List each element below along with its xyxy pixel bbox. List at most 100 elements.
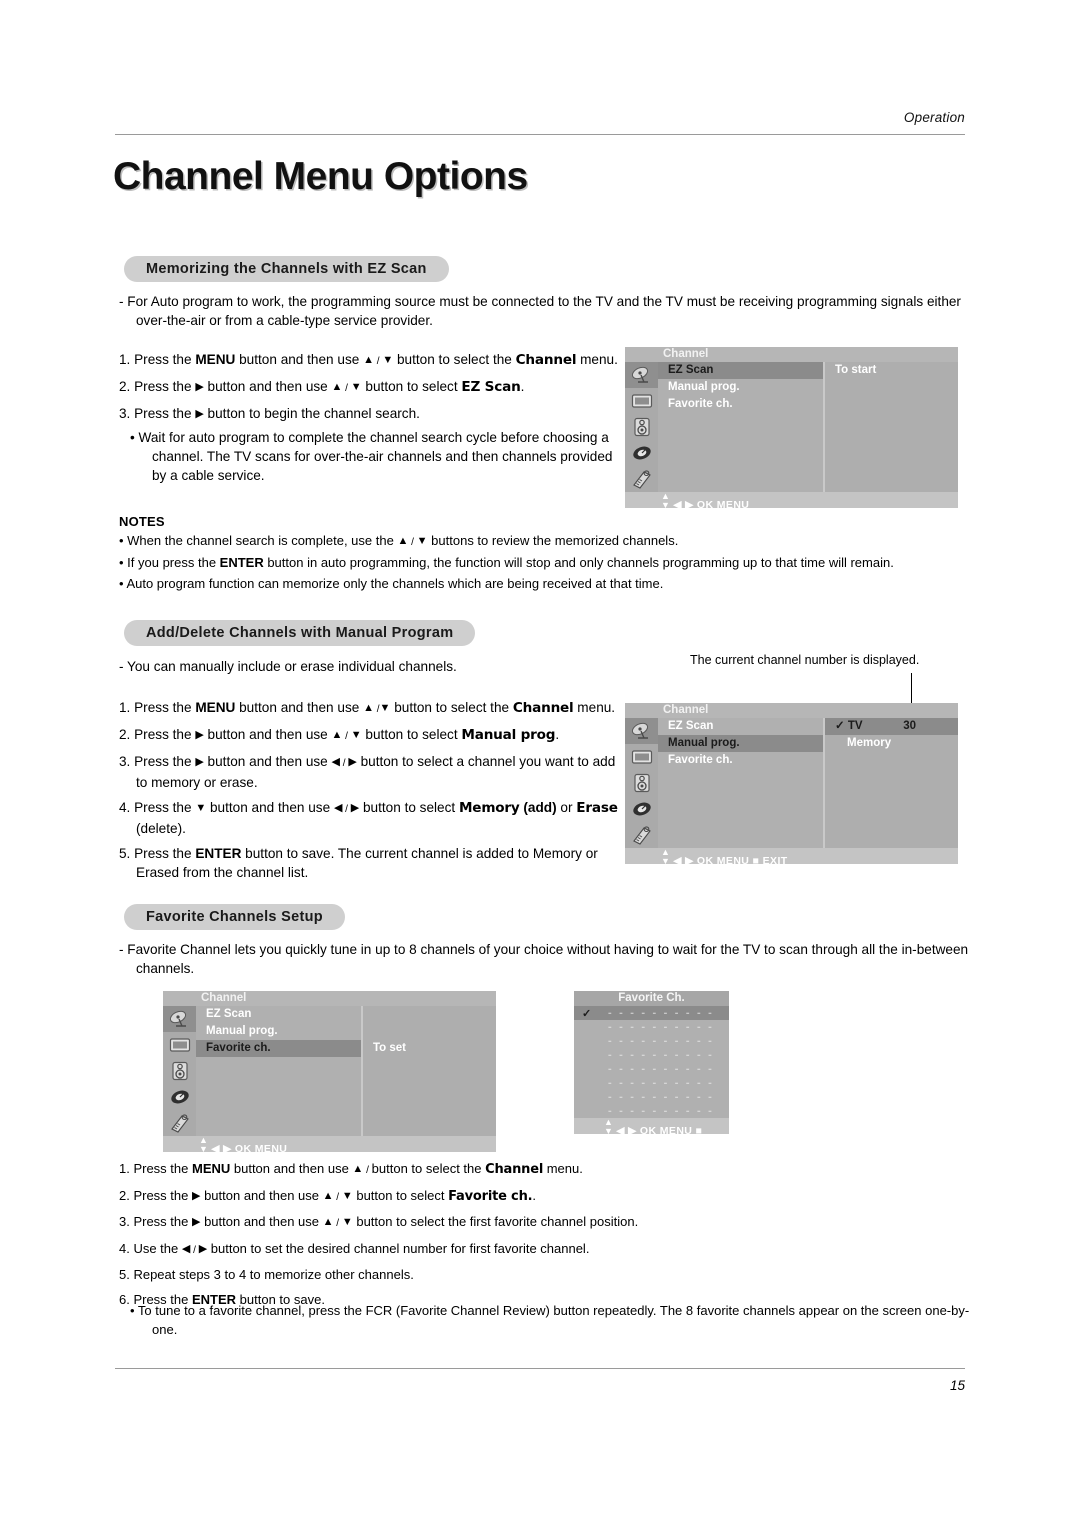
favorite-steps: 1. Press the MENU button and then use ▲ … [119,1160,979,1315]
ez-scan-step-2: 2. Press the ▶ button and then use ▲ / ▼… [119,379,525,395]
osd-row-tv-label: TV [847,720,863,732]
osd-footer-text-2: ◀ ▶ OK MENU ■ EXIT [673,855,788,867]
osd-footer-hints-2: ▲ ▼ ◀ ▶ OK MENU ■ EXIT [625,847,958,867]
favorite-intro-text: - Favorite Channel lets you quickly tune… [119,942,969,976]
ez-scan-notes: NOTES • When the channel search is compl… [119,513,979,595]
osd-body-2: EZ Scan Manual prog. Favorite ch. ✓ TV 3… [625,718,958,848]
osd-body: EZ Scan Manual prog. Favorite ch. To sta… [625,362,958,492]
picture-screen-icon[interactable] [625,388,658,414]
osd-item-manual-prog[interactable]: Manual prog. [658,735,823,752]
osd-channel-menu-manual: Channel EZ Scan Manual prog. Favorite ch… [625,703,958,867]
ez-scan-bullet: • Wait for auto program to complete the … [130,428,620,485]
ez-scan-intro: - For Auto program to work, the programm… [119,292,964,330]
favorite-row-3[interactable]: - - - - - - - - - - [574,1034,729,1048]
audio-speaker-icon[interactable] [625,770,658,796]
osd-detail-label: To start [835,364,877,376]
osd-footer-hints-3: ▲ ▼ ◀ ▶ OK MENU [163,1135,496,1155]
timer-clock-icon[interactable] [625,440,658,466]
ez-scan-step-3: 3. Press the ▶ button to begin the chann… [119,406,420,421]
section-heading-ez-scan: Memorizing the Channels with EZ Scan [124,256,449,282]
satellite-dish-icon[interactable] [163,1006,196,1032]
section-heading-manual-program: Add/Delete Channels with Manual Program [124,620,476,646]
favorite-row-8[interactable]: - - - - - - - - - - [574,1104,729,1118]
osd-row-tv-check: ✓ [835,720,845,732]
remote-control-icon[interactable] [625,822,658,848]
osd-detail-panel-2: ✓ TV 30 Memory [823,718,958,848]
manual-program-intro: - You can manually include or erase indi… [119,657,619,676]
osd-row-memory[interactable]: Memory [825,735,958,752]
note-2: • If you press the ENTER button in auto … [119,555,894,570]
manual-step-3: 3. Press the ▶ button and then use ◀ / ▶… [119,754,616,790]
osd-detail-panel: To start [823,362,958,492]
ez-scan-step-1: 1. Press the MENU button and then use ▲ … [119,352,618,368]
favorite-row-3-dashes: - - - - - - - - - - [608,1035,714,1047]
timer-clock-icon[interactable] [163,1084,196,1110]
manual-program-intro-text: - You can manually include or erase indi… [119,659,457,674]
osd-footer-text-3: ◀ ▶ OK MENU [211,1143,288,1155]
page-title: Channel Menu Options [113,155,528,198]
favorite-box-footer-text: ◀ ▶ OK MENU ■ EXIT [604,1125,703,1153]
osd-row-tv[interactable]: ✓ TV 30 [825,718,958,735]
favorite-row-6-dashes: - - - - - - - - - - [608,1077,714,1089]
osd-item-ez-scan[interactable]: EZ Scan [658,362,823,379]
osd-channel-menu-favorite: Channel EZ Scan Manual prog. Favorite ch… [163,991,496,1155]
osd-item-ez-scan[interactable]: EZ Scan [658,718,823,735]
favorite-row-1[interactable]: ✓ - - - - - - - - - - [574,1006,729,1020]
satellite-dish-icon[interactable] [625,718,658,744]
ez-scan-bullet-text: • Wait for auto program to complete the … [130,430,613,483]
osd-item-ez-scan[interactable]: EZ Scan [196,1006,361,1023]
updown-arrows-icon: ▲ ▼ [661,847,671,866]
favorite-row-7[interactable]: - - - - - - - - - - [574,1090,729,1104]
favorite-row-4[interactable]: - - - - - - - - - - [574,1048,729,1062]
favorite-row-5[interactable]: - - - - - - - - - - [574,1062,729,1076]
favorite-row-2[interactable]: - - - - - - - - - - [574,1020,729,1034]
manual-step-5: 5. Press the ENTER button to save. The c… [119,846,598,880]
ez-scan-intro-text: - For Auto program to work, the programm… [119,294,961,328]
osd-detail-label-3: To set [373,1042,407,1054]
favorite-step-4: 4. Use the ◀ / ▶ button to set the desir… [119,1240,590,1256]
osd-item-favorite-ch[interactable]: Favorite ch. [196,1040,361,1057]
manual-step-4: 4. Press the ▼ button and then use ◀ / ▶… [119,800,618,836]
updown-arrows-icon: ▲ ▼ [661,491,671,510]
osd-icon-rail-3 [163,1006,196,1136]
timer-clock-icon[interactable] [625,796,658,822]
osd-item-favorite-ch[interactable]: Favorite ch. [658,396,823,413]
favorite-row-1-dashes: - - - - - - - - - - [608,1007,714,1019]
favorite-step-3: 3. Press the ▶ button and then use ▲ / ▼… [119,1214,639,1229]
osd-body-3: EZ Scan Manual prog. Favorite ch. To set [163,1006,496,1136]
osd-footer-text: ◀ ▶ OK MENU [673,499,750,511]
updown-arrows-icon: ▲ ▼ [604,1117,614,1136]
favorite-bullet-text: • To tune to a favorite channel, press t… [130,1303,970,1337]
favorite-box-title: Favorite Ch. [574,991,729,1006]
note-3: • Auto program function can memorize onl… [119,575,664,591]
footer-divider [115,1368,965,1369]
page-number: 15 [949,1378,965,1393]
favorite-step-5: 5. Repeat steps 3 to 4 to memorize other… [119,1267,414,1282]
favorite-box-footer: ▲ ▼ ◀ ▶ OK MENU ■ EXIT [574,1117,729,1153]
osd-row-tv-value: 30 [903,720,916,732]
audio-speaker-icon[interactable] [625,414,658,440]
audio-speaker-icon[interactable] [163,1058,196,1084]
osd-item-list-2: EZ Scan Manual prog. Favorite ch. [658,718,823,848]
favorite-step-1: 1. Press the MENU button and then use ▲ … [119,1161,583,1177]
remote-control-icon[interactable] [625,466,658,492]
osd-channel-menu-ezscan: Channel EZ Scan Manual prog. Favorite ch… [625,347,958,511]
osd-menu-title-3: Channel [163,991,496,1006]
favorite-row-4-dashes: - - - - - - - - - - [608,1049,714,1061]
notes-list: • When the channel search is complete, u… [119,532,979,594]
satellite-dish-icon[interactable] [625,362,658,388]
favorite-channel-box: Favorite Ch. ✓ - - - - - - - - - - - - -… [574,991,729,1153]
osd-menu-title-2: Channel [625,703,958,718]
osd-menu-title: Channel [625,347,958,362]
osd-item-favorite-ch[interactable]: Favorite ch. [658,752,823,769]
osd-item-manual-prog[interactable]: Manual prog. [196,1023,361,1040]
updown-arrows-icon: ▲ ▼ [199,1135,209,1154]
osd-icon-rail [625,362,658,492]
section-heading-favorite-channels: Favorite Channels Setup [124,904,345,930]
picture-screen-icon[interactable] [163,1032,196,1058]
favorite-row-6[interactable]: - - - - - - - - - - [574,1076,729,1090]
picture-screen-icon[interactable] [625,744,658,770]
manual-step-1: 1. Press the MENU button and then use ▲ … [119,700,616,716]
osd-item-manual-prog[interactable]: Manual prog. [658,379,823,396]
remote-control-icon[interactable] [163,1110,196,1136]
